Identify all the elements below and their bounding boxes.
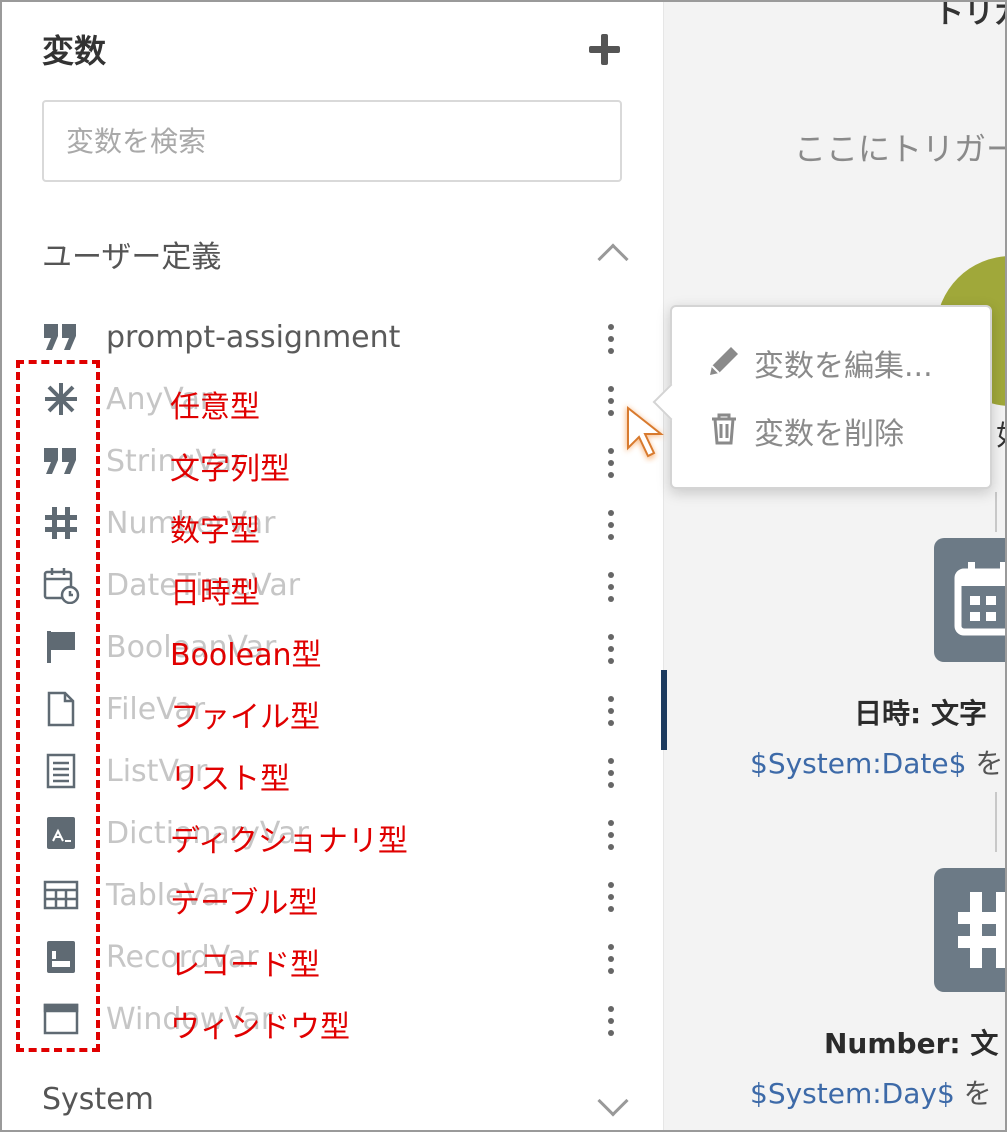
hash-icon — [958, 892, 1005, 968]
number-step-tail: を — [963, 1077, 992, 1110]
annotation-label: 文字列型 — [170, 452, 290, 487]
more-options-icon[interactable] — [600, 942, 622, 976]
connector-line — [995, 792, 997, 852]
variable-search-input[interactable] — [42, 100, 622, 182]
more-options-icon[interactable] — [600, 632, 622, 666]
delete-variable-label: 変数を削除 — [754, 417, 904, 452]
annotation-label: リスト型 — [170, 762, 290, 797]
panel-title: 変数 — [42, 32, 107, 70]
annotation-label: 日時型 — [170, 576, 260, 611]
more-options-icon[interactable] — [600, 384, 622, 418]
number-step-expr: $System:Day$ — [750, 1077, 955, 1110]
variable-row[interactable]: prompt-assignment — [2, 306, 642, 366]
number-step-sub: $System:Day$ を — [750, 1072, 992, 1112]
annotation-label: ファイル型 — [170, 700, 320, 735]
chevron-up-icon[interactable] — [597, 243, 629, 275]
annotation-label: レコード型 — [170, 948, 320, 983]
more-options-icon[interactable] — [600, 818, 622, 852]
add-variable-button[interactable] — [586, 30, 626, 70]
number-step-label: Number: 文 — [824, 1027, 999, 1060]
variable-context-menu: 変数を編集... 変数を削除 — [670, 305, 992, 489]
more-options-icon[interactable] — [600, 570, 622, 604]
trigger-drop-hint: ここにトリガー — [794, 130, 1007, 168]
datetime-step-label: 日時: 文字 — [854, 697, 987, 730]
variables-panel: 変数 ユーザー定義 prompt-assignment AnyVar Strin… — [2, 2, 664, 1130]
edit-variable-menu-item[interactable]: 変数を編集... — [706, 337, 986, 387]
calendar-icon — [954, 562, 1005, 636]
canvas-title: トリガ — [934, 0, 1005, 31]
annotation-highlight-box — [16, 360, 100, 1052]
datetime-step-card[interactable] — [934, 538, 1005, 662]
quote-icon — [42, 318, 80, 356]
panel-resize-handle[interactable] — [661, 670, 667, 750]
annotation-label: ディクショナリ型 — [170, 824, 408, 859]
more-options-icon[interactable] — [600, 1004, 622, 1038]
edit-variable-label: 変数を編集... — [754, 349, 933, 384]
section-user-defined[interactable]: ユーザー定義 — [42, 232, 221, 276]
more-options-icon[interactable] — [600, 880, 622, 914]
more-options-icon[interactable] — [600, 694, 622, 728]
annotation-label: ウィンドウ型 — [170, 1010, 350, 1045]
trash-icon — [706, 411, 742, 447]
number-step-card[interactable] — [934, 868, 1005, 992]
annotation-label: テーブル型 — [170, 886, 319, 921]
variable-name: prompt-assignment — [106, 320, 401, 355]
datetime-step-sub: $System:Date$ を — [750, 742, 1003, 782]
more-options-icon[interactable] — [600, 508, 622, 542]
datetime-step-expr: $System:Date$ — [750, 747, 967, 780]
annotation-label: 任意型 — [170, 390, 260, 425]
more-options-icon[interactable] — [600, 756, 622, 790]
partial-label: 如 — [996, 414, 1005, 454]
pencil-icon — [706, 343, 742, 379]
section-system[interactable]: System — [42, 1082, 154, 1117]
datetime-step-tail: を — [975, 747, 1004, 780]
chevron-down-icon[interactable] — [597, 1085, 629, 1117]
annotation-label: Boolean型 — [170, 638, 322, 673]
mouse-cursor-icon — [626, 405, 664, 460]
connector-line — [995, 492, 997, 532]
screenshot-frame: トリガ ここにトリガー 如 日時: 文字 $System:Date$ を Num… — [0, 0, 1007, 1132]
more-options-icon[interactable] — [600, 446, 622, 480]
annotation-label: 数字型 — [170, 514, 260, 549]
delete-variable-menu-item[interactable]: 変数を削除 — [706, 405, 986, 455]
more-options-icon[interactable] — [600, 322, 622, 356]
